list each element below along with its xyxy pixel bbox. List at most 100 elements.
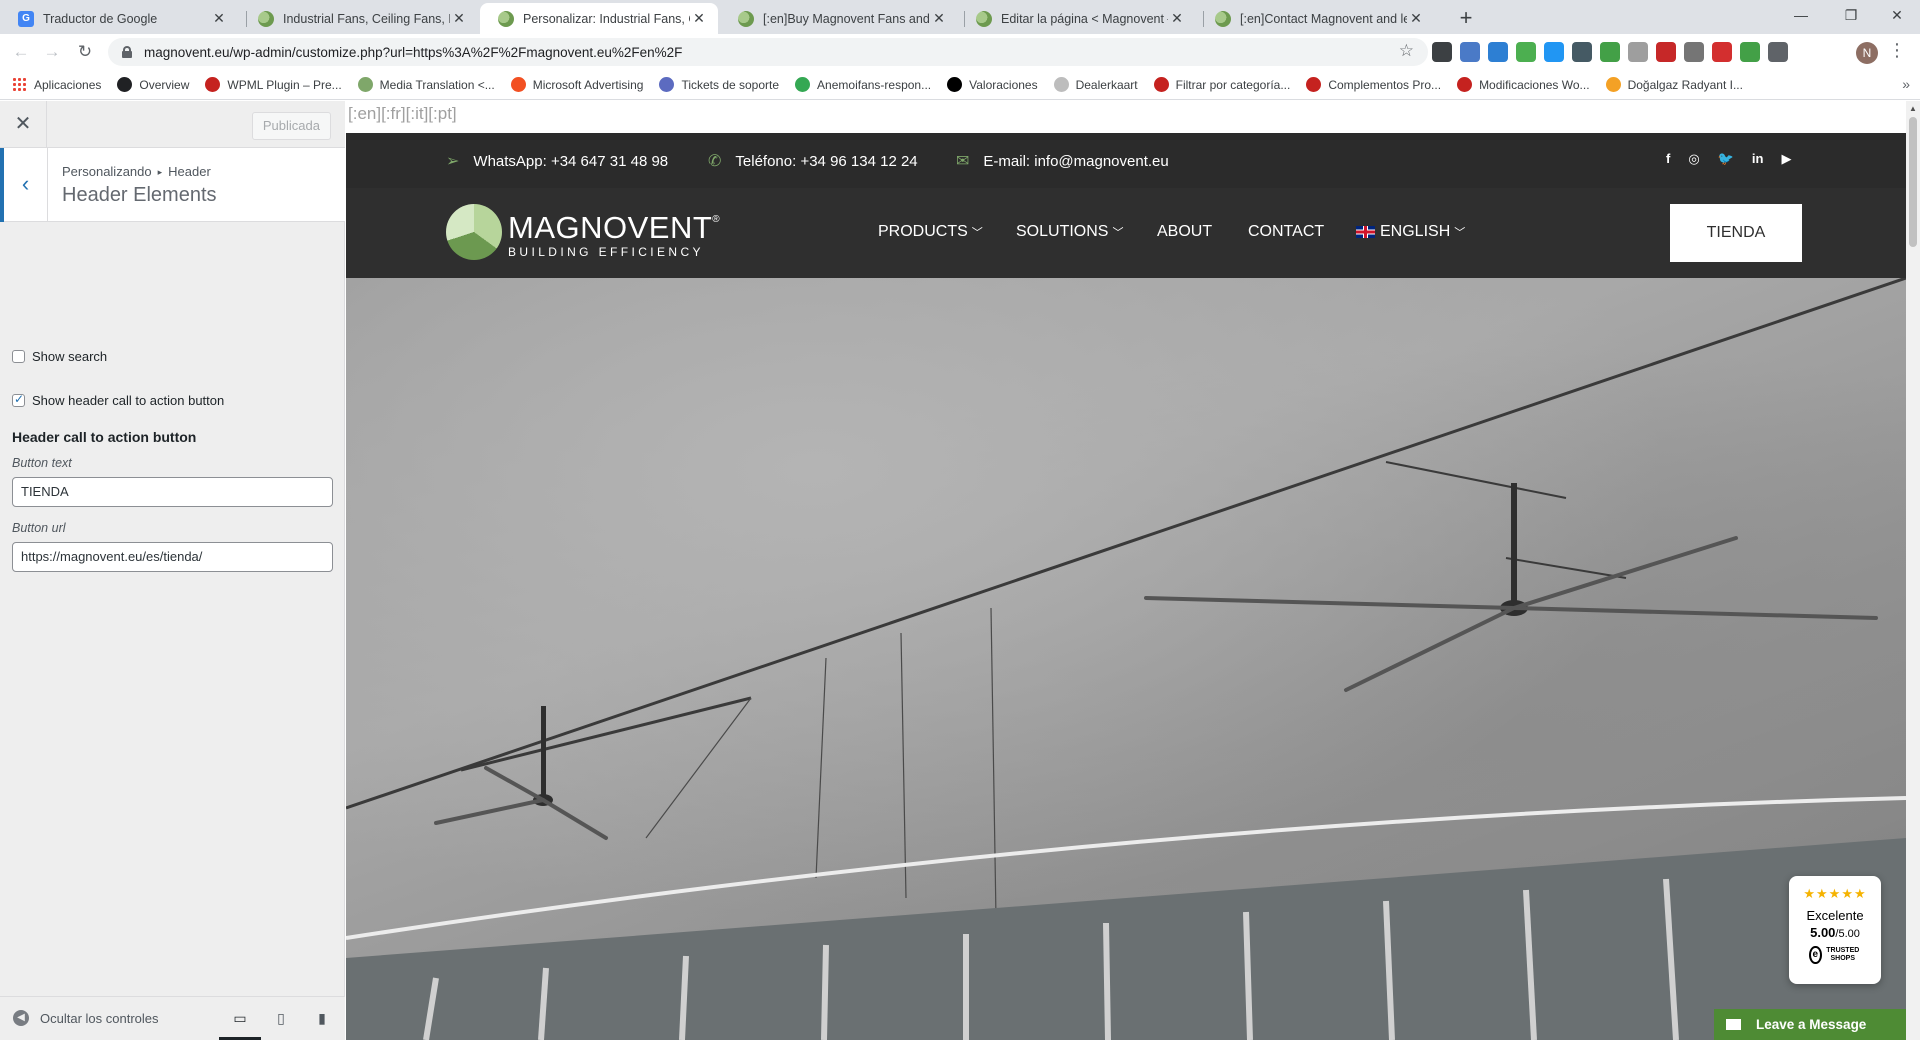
show-search-checkbox[interactable] <box>12 350 25 363</box>
menu-item-about[interactable]: ABOUT <box>1157 223 1212 241</box>
bookmark-item[interactable]: Doğalgaz Radyant I... <box>1605 77 1743 92</box>
language-shortcode-text: [:en][:fr][:it][:pt] <box>346 101 1906 133</box>
reload-icon[interactable]: ↻ <box>72 39 98 65</box>
linkedin-icon[interactable]: in <box>1752 151 1764 167</box>
menu-item-products[interactable]: PRODUCTS ﹀ <box>878 223 983 241</box>
extension-icon[interactable] <box>1432 42 1452 62</box>
header-cta-button[interactable]: TIENDA <box>1670 204 1802 262</box>
site-logo[interactable]: MAGNOVENT® BUILDING EFFICIENCY <box>446 204 720 260</box>
bookmark-item[interactable]: Complementos Pro... <box>1306 77 1441 92</box>
extension-icon[interactable] <box>1628 42 1648 62</box>
bookmark-item[interactable]: Anemoifans-respon... <box>795 77 931 92</box>
menu-item-language[interactable]: ENGLISH ﹀ <box>1356 223 1465 241</box>
browser-tab[interactable]: G Traductor de Google ✕ <box>0 3 238 34</box>
email-contact[interactable]: ✉ E-mail: info@magnovent.eu <box>956 151 1169 171</box>
bookmark-label: Tickets de soporte <box>681 77 780 92</box>
breadcrumb-arrow-icon: ▸ <box>157 167 163 177</box>
extension-icon[interactable] <box>1600 42 1620 62</box>
bookmark-item[interactable]: Microsoft Advertising <box>510 77 643 92</box>
bookmark-label: Filtrar por categoría... <box>1175 77 1291 92</box>
extension-icons <box>1432 42 1788 62</box>
publish-button[interactable]: Publicada <box>251 112 331 140</box>
desktop-preview-icon[interactable]: ▭ <box>219 1005 261 1040</box>
back-chevron-icon[interactable]: ‹ <box>0 148 48 222</box>
close-customizer-icon[interactable]: ✕ <box>0 101 47 148</box>
bookmark-label: Dealerkaart <box>1075 77 1138 92</box>
close-window-button[interactable]: ✕ <box>1874 0 1920 30</box>
bookmark-item[interactable]: Media Translation <... <box>357 77 495 92</box>
extension-icon[interactable] <box>1656 42 1676 62</box>
bookmark-label: Doğalgaz Radyant I... <box>1627 77 1743 92</box>
tab-title: [:en]Contact Magnovent and let <box>1240 11 1407 26</box>
bookmark-item[interactable]: WPML Plugin – Pre... <box>205 77 342 92</box>
extension-icon[interactable] <box>1516 42 1536 62</box>
new-tab-button[interactable]: + <box>1452 4 1480 32</box>
browser-tab[interactable]: Industrial Fans, Ceiling Fans, Radi ✕ <box>240 3 478 34</box>
close-tab-icon[interactable]: ✕ <box>1407 10 1425 27</box>
extension-icon[interactable] <box>1712 42 1732 62</box>
extension-icon[interactable] <box>1488 42 1508 62</box>
address-bar[interactable]: magnovent.eu/wp-admin/customize.php?url=… <box>108 38 1428 66</box>
button-text-label: Button text <box>12 456 72 470</box>
forward-icon[interactable]: → <box>39 39 65 65</box>
bookmark-star-icon[interactable]: ☆ <box>1399 41 1414 61</box>
ceiling-fans-illustration <box>346 278 1906 1040</box>
back-icon[interactable]: ← <box>8 39 34 65</box>
extension-icon[interactable] <box>1544 42 1564 62</box>
tablet-preview-icon[interactable]: ▯ <box>268 1005 294 1031</box>
close-tab-icon[interactable]: ✕ <box>1168 10 1186 27</box>
button-text-input[interactable]: TIENDA <box>12 477 333 507</box>
contact-top-bar: ➢ WhatsApp: +34 647 31 48 98 ✆ Teléfono:… <box>346 133 1906 188</box>
bookmark-item[interactable]: Dealerkaart <box>1053 77 1138 92</box>
minimize-window-button[interactable]: — <box>1778 0 1824 30</box>
extension-icon[interactable] <box>1684 42 1704 62</box>
button-url-input[interactable]: https://magnovent.eu/es/tienda/ <box>12 542 333 572</box>
restore-window-button[interactable]: ❐ <box>1828 0 1874 30</box>
whatsapp-text: WhatsApp: +34 647 31 48 98 <box>473 152 669 170</box>
menu-item-contact[interactable]: CONTACT <box>1248 223 1324 241</box>
close-tab-icon[interactable]: ✕ <box>210 10 228 27</box>
youtube-icon[interactable]: ▶ <box>1781 151 1791 167</box>
section-header: ‹ Personalizando ▸ Header Header Elements <box>0 148 345 222</box>
show-cta-option[interactable]: Show header call to action button <box>12 392 224 408</box>
browser-tab[interactable]: [:en]Buy Magnovent Fans and He ✕ <box>720 3 958 34</box>
customizer-header: ✕ Publicada <box>0 101 345 148</box>
bookmark-item[interactable]: Tickets de soporte <box>659 77 779 92</box>
extension-icon[interactable] <box>1572 42 1592 62</box>
main-navigation: MAGNOVENT® BUILDING EFFICIENCY PRODUCTS ﹀… <box>346 188 1906 278</box>
close-tab-icon[interactable]: ✕ <box>690 10 708 27</box>
show-search-option[interactable]: Show search <box>12 349 107 364</box>
profile-avatar[interactable]: N <box>1856 42 1878 64</box>
bookmark-item[interactable]: Filtrar por categoría... <box>1153 77 1291 92</box>
extension-icon[interactable] <box>1740 42 1760 62</box>
panel-title: Header Elements <box>62 184 217 206</box>
facebook-icon[interactable]: f <box>1666 151 1670 167</box>
show-cta-checkbox[interactable] <box>12 392 25 407</box>
scrollbar-thumb[interactable] <box>1909 117 1917 247</box>
hide-controls-button[interactable]: ◀ Ocultar los controles <box>13 1010 159 1026</box>
twitter-icon[interactable]: 🐦 <box>1718 151 1734 167</box>
mobile-preview-icon[interactable]: ▮ <box>309 1005 335 1031</box>
preview-scrollbar[interactable]: ▲ <box>1906 101 1920 1040</box>
bookmark-item[interactable]: Overview <box>117 77 189 92</box>
bookmark-item[interactable]: Aplicaciones <box>12 77 101 92</box>
close-tab-icon[interactable]: ✕ <box>930 10 948 27</box>
menu-item-solutions[interactable]: SOLUTIONS ﹀ <box>1016 223 1123 241</box>
bookmark-item[interactable]: Modificaciones Wo... <box>1457 77 1590 92</box>
leave-message-chat-button[interactable]: Leave a Message <box>1714 1009 1906 1040</box>
browser-tab-active[interactable]: Personalizar: Industrial Fans, Ceili ✕ <box>480 3 718 34</box>
browser-tab[interactable]: [:en]Contact Magnovent and let ✕ <box>1197 3 1435 34</box>
scroll-up-icon[interactable]: ▲ <box>1909 104 1917 113</box>
trusted-shops-review-widget[interactable]: ★★★★★ Excelente 5.00/5.00 e TRUSTED SHOPS <box>1789 876 1881 984</box>
whatsapp-contact[interactable]: ➢ WhatsApp: +34 647 31 48 98 <box>446 151 668 171</box>
instagram-icon[interactable]: ◎ <box>1688 151 1699 167</box>
phone-contact[interactable]: ✆ Teléfono: +34 96 134 12 24 <box>708 151 918 171</box>
browser-tab[interactable]: Editar la página < Magnovent — ✕ <box>958 3 1196 34</box>
more-bookmarks-icon[interactable]: » <box>1902 76 1910 92</box>
extension-icon[interactable] <box>1460 42 1480 62</box>
browser-menu-icon[interactable]: ⋮ <box>1888 40 1906 61</box>
close-tab-icon[interactable]: ✕ <box>450 10 468 27</box>
bookmark-item[interactable]: Valoraciones <box>947 77 1038 92</box>
extension-icon[interactable] <box>1768 42 1788 62</box>
hide-controls-label: Ocultar los controles <box>40 1010 159 1026</box>
